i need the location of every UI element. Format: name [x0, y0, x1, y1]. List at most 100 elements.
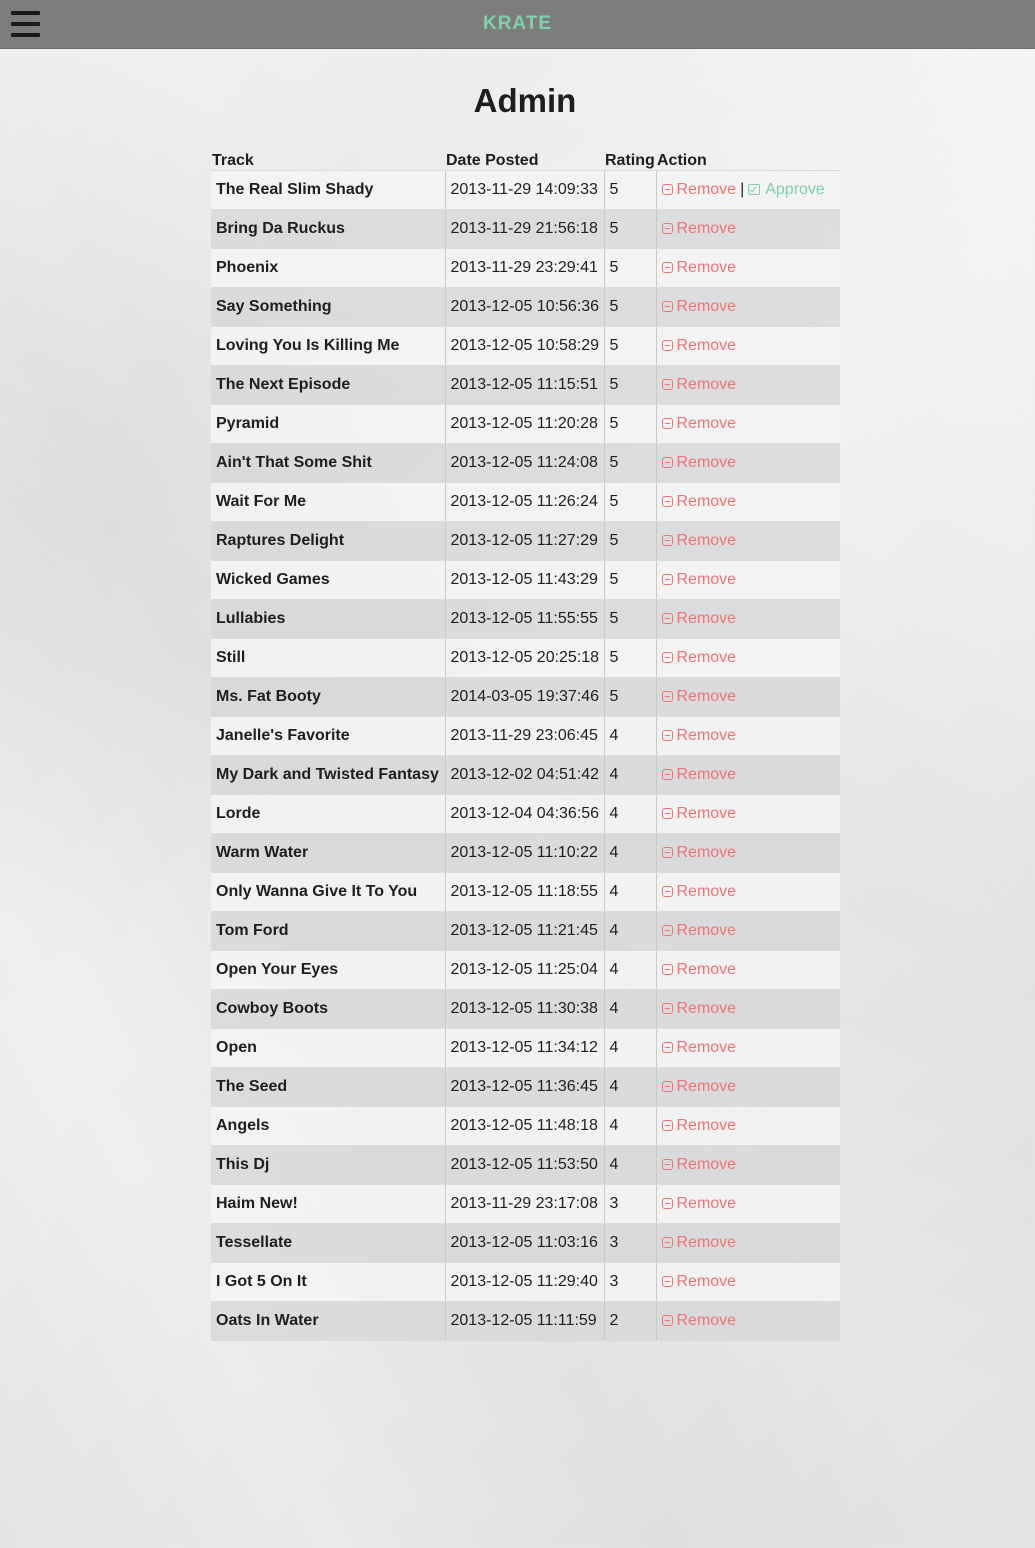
track-title: Cowboy Boots	[211, 989, 445, 1029]
rating-value: 5	[603, 599, 656, 639]
date-posted: 2013-12-05 11:26:24	[444, 482, 604, 522]
remove-button[interactable]: Remove	[661, 415, 736, 432]
minus-square-icon	[661, 1120, 673, 1131]
minus-square-icon	[661, 496, 673, 507]
remove-button[interactable]: Remove	[661, 1273, 737, 1290]
action-cell: Remove	[655, 1301, 840, 1341]
remove-button[interactable]: Remove	[661, 1234, 736, 1251]
remove-button[interactable]: Remove	[661, 649, 737, 666]
approve-button[interactable]: Approve	[748, 181, 825, 198]
rating-value: 5	[603, 326, 656, 366]
remove-button[interactable]: Remove	[661, 1156, 737, 1173]
table-row: Only Wanna Give It To You 2013-12-05 11:1…	[211, 872, 840, 912]
table-row: Ms. Fat Booty 2014-03-05 19:37:46 5 Remove	[211, 677, 840, 717]
remove-button[interactable]: Remove	[661, 1195, 736, 1212]
remove-button[interactable]: Remove	[661, 493, 736, 510]
action-cell: Remove	[655, 1145, 840, 1185]
remove-button[interactable]: Remove	[661, 1039, 737, 1056]
action-cell: Remove	[655, 482, 840, 522]
rating-value: 5	[603, 248, 656, 288]
hamburger-menu-icon[interactable]	[11, 11, 40, 37]
minus-square-icon	[661, 730, 673, 741]
minus-square-icon	[661, 535, 673, 546]
remove-label: Remove	[676, 454, 737, 471]
date-posted: 2013-12-02 04:51:42	[444, 755, 604, 795]
minus-square-icon	[661, 964, 673, 975]
remove-label: Remove	[676, 1273, 737, 1290]
remove-button[interactable]: Remove	[661, 688, 736, 705]
page-title: Admin	[473, 82, 577, 119]
table-row: Tessellate 2013-12-05 11:03:16 3 Remove	[211, 1223, 840, 1263]
remove-button[interactable]: Remove	[661, 454, 737, 471]
remove-label: Remove	[676, 1039, 737, 1056]
action-cell: Remove	[655, 1067, 840, 1107]
track-title: Haim New!	[211, 1184, 445, 1224]
remove-label: Remove	[676, 649, 737, 666]
date-posted: 2013-12-05 11:53:50	[444, 1145, 604, 1185]
remove-label: Remove	[676, 1156, 737, 1173]
remove-button[interactable]: Remove	[661, 259, 736, 276]
brand-logo[interactable]: KRATE	[483, 13, 552, 34]
remove-button[interactable]: Remove	[661, 844, 736, 861]
remove-button[interactable]: Remove	[661, 220, 736, 237]
action-cell: Remove	[655, 560, 840, 600]
date-posted: 2013-12-05 11:11:59	[444, 1301, 604, 1341]
action-cell: Remove	[655, 833, 840, 873]
table-row: The Real Slim Shady 2013-11-29 14:09:33 5 R…	[211, 170, 840, 210]
track-title: Angels	[211, 1106, 445, 1146]
table-row: Open Your Eyes 2013-12-05 11:25:04 4 Remove	[211, 950, 840, 990]
date-posted: 2013-12-05 11:36:45	[444, 1067, 604, 1107]
date-posted: 2013-12-05 11:18:55	[444, 872, 604, 912]
approve-label: Approve	[765, 181, 825, 198]
date-posted: 2013-12-05 11:20:28	[444, 404, 604, 444]
date-posted: 2013-12-05 11:43:29	[444, 560, 604, 600]
track-title: Pyramid	[211, 404, 445, 444]
remove-button[interactable]: Remove	[661, 961, 736, 978]
remove-button[interactable]: Remove	[661, 376, 736, 393]
date-posted: 2013-12-05 11:25:04	[444, 950, 604, 990]
track-title: The Seed	[211, 1067, 445, 1107]
track-title: Loving You Is Killing Me	[211, 326, 445, 366]
action-cell: Remove	[655, 794, 840, 834]
track-title: Janelle's Favorite	[211, 716, 445, 756]
action-cell: Remove	[655, 1106, 840, 1146]
remove-label: Remove	[676, 532, 737, 549]
remove-button[interactable]: Remove	[661, 571, 737, 588]
remove-button[interactable]: Remove	[661, 727, 736, 744]
remove-button[interactable]: Remove	[661, 1000, 736, 1017]
remove-button[interactable]: Remove	[661, 1312, 737, 1329]
remove-button[interactable]: Remove	[661, 883, 736, 900]
table-row: Still 2013-12-05 20:25:18 5 Remove	[211, 638, 840, 678]
action-cell: Remove	[655, 209, 840, 249]
minus-square-icon	[661, 886, 673, 897]
table-row: Tom Ford 2013-12-05 11:21:45 4 Remove	[211, 911, 840, 951]
table-row: Lullabies 2013-12-05 11:55:55 5 Remove	[211, 599, 840, 639]
table-header-row: Track Date Posted Rating Action	[211, 145, 840, 171]
remove-label: Remove	[676, 1312, 737, 1329]
remove-button[interactable]: Remove	[661, 766, 736, 783]
minus-square-icon	[661, 847, 673, 858]
date-posted: 2013-12-04 04:36:56	[444, 794, 604, 834]
table-row: I Got 5 On It 2013-12-05 11:29:40 3 Remove	[211, 1262, 840, 1302]
remove-button[interactable]: Remove	[661, 805, 736, 822]
remove-button[interactable]: Remove	[661, 1117, 736, 1134]
remove-button[interactable]: Remove	[661, 922, 736, 939]
track-title: Tessellate	[211, 1223, 445, 1263]
remove-label: Remove	[676, 571, 737, 588]
remove-button[interactable]: Remove	[661, 610, 736, 627]
track-title: Still	[211, 638, 445, 678]
remove-button[interactable]: Remove	[661, 1078, 736, 1095]
date-posted: 2013-12-05 11:55:55	[444, 599, 604, 639]
action-cell: Remove	[655, 326, 840, 366]
remove-button[interactable]: Remove	[661, 298, 736, 315]
remove-button[interactable]: Remove	[661, 181, 736, 198]
date-posted: 2013-12-05 11:24:08	[444, 443, 604, 483]
track-title: Wicked Games	[211, 560, 445, 600]
remove-button[interactable]: Remove	[661, 532, 737, 549]
track-title: Raptures Delight	[211, 521, 445, 561]
action-cell: Remove | Approve	[655, 170, 840, 210]
rating-value: 5	[603, 287, 656, 327]
remove-button[interactable]: Remove	[661, 337, 736, 354]
rating-value: 5	[603, 209, 656, 249]
track-title: Tom Ford	[211, 911, 445, 951]
